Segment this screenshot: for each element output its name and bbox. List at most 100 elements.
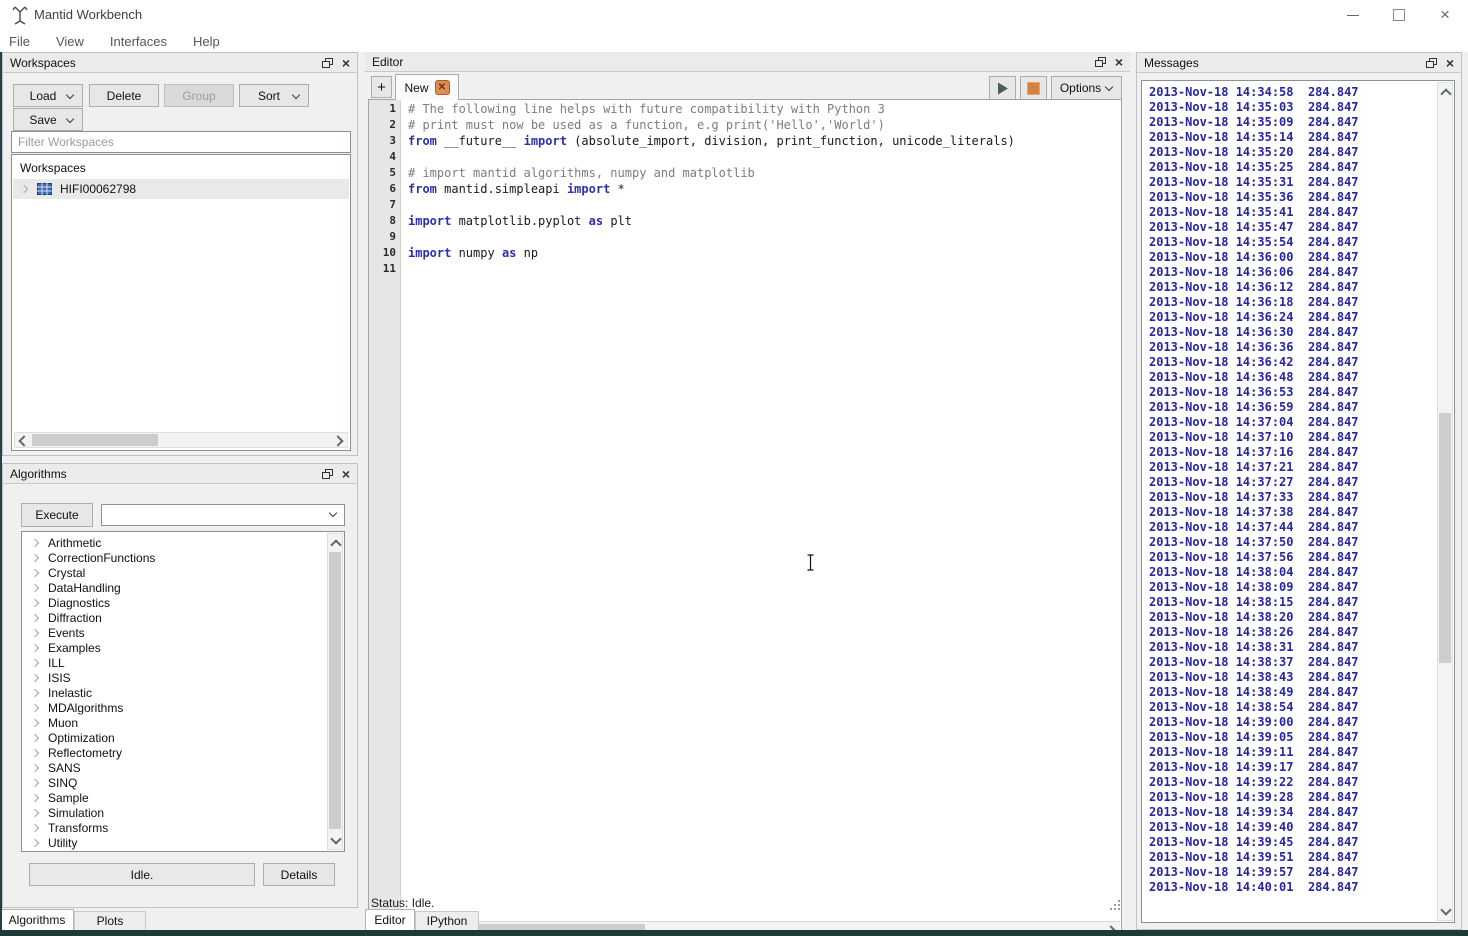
expand-chevron-icon[interactable]: [31, 703, 39, 711]
dock-tab-editor[interactable]: Editor: [365, 909, 415, 930]
algorithm-select-combobox[interactable]: [101, 504, 345, 526]
float-panel-icon[interactable]: [1095, 57, 1106, 67]
scroll-down-icon[interactable]: [1438, 904, 1453, 919]
algorithm-category-reflectometry[interactable]: Reflectometry: [23, 745, 326, 760]
algorithm-category-ill[interactable]: ILL: [23, 655, 326, 670]
dock-tab-plots[interactable]: Plots: [74, 911, 146, 930]
code-line[interactable]: 6from mantid.simpleapi import *: [369, 181, 1121, 197]
expand-chevron-icon[interactable]: [31, 718, 39, 726]
algorithm-category-arithmetic[interactable]: Arithmetic: [23, 535, 326, 550]
algorithm-category-examples[interactable]: Examples: [23, 640, 326, 655]
scrollbar-thumb[interactable]: [32, 434, 158, 446]
expand-chevron-icon[interactable]: [31, 553, 39, 561]
close-tab-icon[interactable]: ✕: [435, 80, 450, 95]
expand-chevron-icon[interactable]: [31, 778, 39, 786]
algorithm-category-diffraction[interactable]: Diffraction: [23, 610, 326, 625]
algorithm-category-mdalgorithms[interactable]: MDAlgorithms: [23, 700, 326, 715]
algorithm-category-inelastic[interactable]: Inelastic: [23, 685, 326, 700]
close-panel-icon[interactable]: ×: [342, 57, 350, 69]
expand-chevron-icon[interactable]: [31, 763, 39, 771]
menu-item-help[interactable]: Help: [193, 34, 220, 49]
delete-button[interactable]: Delete: [89, 84, 159, 107]
algorithm-category-sans[interactable]: SANS: [23, 760, 326, 775]
menu-item-view[interactable]: View: [56, 34, 84, 49]
algorithm-category-muon[interactable]: Muon: [23, 715, 326, 730]
messages-vscrollbar[interactable]: [1437, 82, 1453, 921]
expand-chevron-icon[interactable]: [31, 748, 39, 756]
close-panel-icon[interactable]: ×: [342, 468, 350, 480]
expand-chevron-icon[interactable]: [31, 568, 39, 576]
expand-chevron-icon[interactable]: [31, 613, 39, 621]
editor-tab-new[interactable]: New ✕: [395, 74, 459, 100]
code-line[interactable]: 3from __future__ import (absolute_import…: [369, 133, 1121, 149]
maximize-button[interactable]: [1376, 0, 1422, 30]
close-panel-icon[interactable]: ×: [1115, 56, 1123, 68]
algorithm-category-events[interactable]: Events: [23, 625, 326, 640]
expand-chevron-icon[interactable]: [31, 658, 39, 666]
code-line[interactable]: 2# print must now be used as a function,…: [369, 117, 1121, 133]
minimize-button[interactable]: [1330, 0, 1376, 30]
abort-button[interactable]: [1020, 76, 1047, 100]
sort-button[interactable]: Sort: [239, 84, 309, 107]
code-line[interactable]: 1# The following line helps with future …: [369, 101, 1121, 117]
algorithm-category-isis[interactable]: ISIS: [23, 670, 326, 685]
messages-log[interactable]: 2013-Nov-18 14:34:58 284.8472013-Nov-18 …: [1141, 80, 1455, 923]
algorithm-category-optimization[interactable]: Optimization: [23, 730, 326, 745]
dock-tab-ipython[interactable]: IPython: [415, 911, 479, 930]
expand-chevron-icon[interactable]: [31, 673, 39, 681]
close-button[interactable]: ×: [1422, 0, 1468, 30]
expand-chevron-icon[interactable]: [31, 793, 39, 801]
expand-chevron-icon[interactable]: [31, 643, 39, 651]
scrollbar-thumb[interactable]: [1439, 413, 1451, 663]
algorithms-vscrollbar[interactable]: [327, 533, 343, 850]
float-panel-icon[interactable]: [1426, 58, 1437, 68]
code-line[interactable]: 4: [369, 149, 1121, 165]
algorithm-category-transforms[interactable]: Transforms: [23, 820, 326, 835]
code-line[interactable]: 9: [369, 229, 1121, 245]
scrollbar-thumb[interactable]: [329, 552, 341, 829]
dock-tab-algorithms[interactable]: Algorithms: [0, 909, 74, 930]
expand-chevron-icon[interactable]: [31, 688, 39, 696]
load-button[interactable]: Load: [13, 84, 83, 107]
float-panel-icon[interactable]: [322, 469, 333, 479]
algorithm-progress-button[interactable]: Idle.: [29, 863, 255, 886]
algorithm-category-diagnostics[interactable]: Diagnostics: [23, 595, 326, 610]
expand-chevron-icon[interactable]: [31, 733, 39, 741]
algorithm-category-correctionfunctions[interactable]: CorrectionFunctions: [23, 550, 326, 565]
scroll-up-icon[interactable]: [1438, 84, 1453, 99]
scroll-left-icon[interactable]: [15, 433, 30, 448]
execute-button[interactable]: Execute: [21, 503, 93, 527]
algorithm-category-simulation[interactable]: Simulation: [23, 805, 326, 820]
options-button[interactable]: Options: [1051, 76, 1122, 100]
algorithm-category-datahandling[interactable]: DataHandling: [23, 580, 326, 595]
group-button[interactable]: Group: [164, 84, 234, 107]
menu-item-interfaces[interactable]: Interfaces: [110, 34, 167, 49]
float-panel-icon[interactable]: [322, 58, 333, 68]
scroll-right-icon[interactable]: [332, 433, 347, 448]
expand-chevron-icon[interactable]: [31, 583, 39, 591]
code-line[interactable]: 7: [369, 197, 1121, 213]
expand-chevron-icon[interactable]: [31, 538, 39, 546]
new-tab-button[interactable]: +: [371, 76, 392, 98]
code-line[interactable]: 5# import mantid algorithms, numpy and m…: [369, 165, 1121, 181]
run-button[interactable]: [989, 76, 1016, 100]
scroll-up-icon[interactable]: [328, 535, 343, 550]
details-button[interactable]: Details: [263, 863, 335, 886]
workspaces-hscrollbar[interactable]: [14, 432, 348, 448]
expand-chevron-icon[interactable]: [31, 823, 39, 831]
workspace-item[interactable]: HIFI00062798: [13, 179, 349, 199]
menu-item-file[interactable]: File: [9, 34, 30, 49]
expand-chevron-icon[interactable]: [31, 628, 39, 636]
expand-chevron-icon[interactable]: [31, 838, 39, 846]
expand-chevron-icon[interactable]: [20, 185, 28, 193]
algorithm-category-sinq[interactable]: SINQ: [23, 775, 326, 790]
expand-chevron-icon[interactable]: [31, 598, 39, 606]
code-line[interactable]: 11: [369, 261, 1121, 277]
code-line[interactable]: 10import numpy as np: [369, 245, 1121, 261]
save-button[interactable]: Save: [13, 108, 83, 131]
algorithm-category-utility[interactable]: Utility: [23, 835, 326, 850]
code-line[interactable]: 8import matplotlib.pyplot as plt: [369, 213, 1121, 229]
algorithm-category-crystal[interactable]: Crystal: [23, 565, 326, 580]
code-editor[interactable]: 1# The following line helps with future …: [368, 99, 1122, 936]
expand-chevron-icon[interactable]: [31, 808, 39, 816]
